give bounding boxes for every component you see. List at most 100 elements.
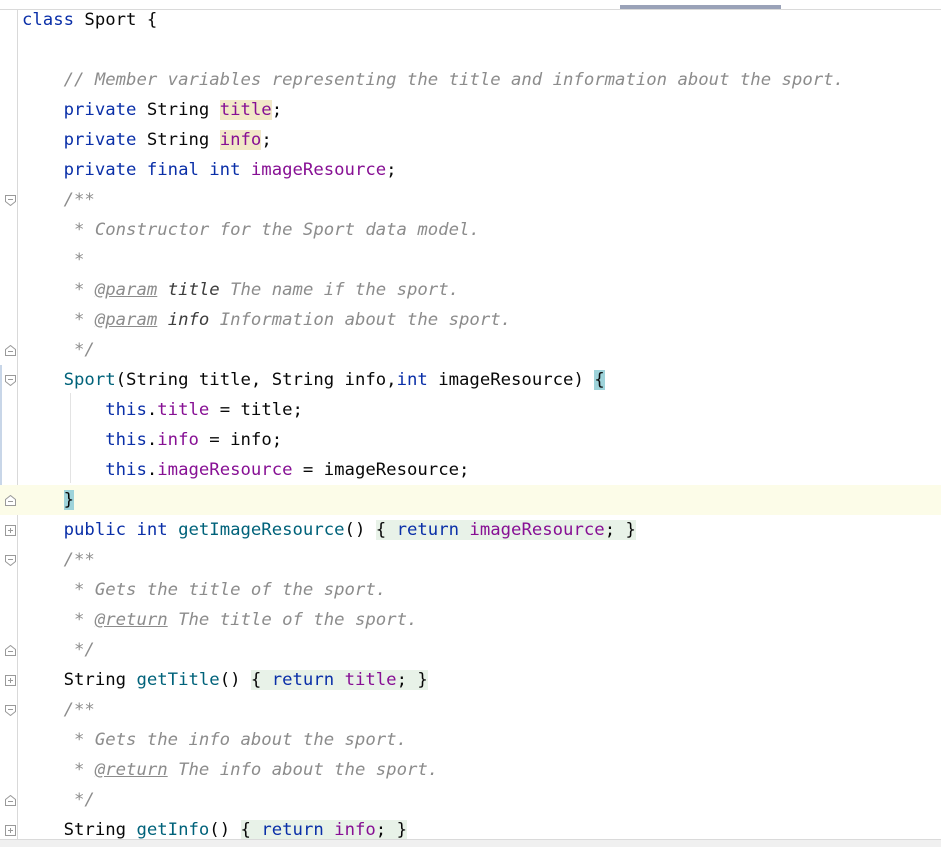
fold-end-icon[interactable] [5,645,16,656]
fold-collapse-icon[interactable] [5,375,16,386]
code-token: = title; [209,400,303,420]
code-token: Information about the sport. [209,310,512,330]
code-line[interactable]: this.info = info; [22,425,282,455]
code-token: title [344,670,397,690]
code-token: @return [94,760,168,780]
fold-expand-icon[interactable] [5,825,16,836]
code-token: The name if the sport. [219,280,460,300]
code-line[interactable]: this.title = title; [22,395,303,425]
code-line[interactable]: * Gets the info about the sport. [22,725,407,755]
code-line[interactable]: // Member variables representing the tit… [22,65,844,95]
code-token [323,820,335,840]
code-line[interactable]: /** [22,545,95,575]
code-token: () [209,820,241,840]
fold-collapse-icon[interactable] [5,195,16,206]
code-token: = imageResource; [292,460,470,480]
code-line[interactable]: */ [22,635,95,665]
code-token: info [219,130,262,150]
code-token: */ [22,790,95,810]
code-token: getTitle [136,670,220,690]
code-line[interactable]: class Sport { [22,5,157,35]
code-line[interactable]: public int getImageResource() { return i… [22,515,636,545]
code-token: private [22,130,137,150]
code-token: title [157,400,210,420]
code-token: Sport [63,370,116,390]
code-token: @param [94,280,158,300]
code-line[interactable]: private final int imageResource; [22,155,397,185]
fold-expand-icon[interactable] [5,525,16,536]
code-token: * [22,760,95,780]
code-line[interactable]: */ [22,335,95,365]
fold-collapse-icon[interactable] [5,555,16,566]
code-token: * [22,310,95,330]
horizontal-scrollbar-thumb[interactable] [620,5,781,9]
code-token: @return [94,610,168,630]
code-line[interactable]: private String title; [22,95,282,125]
code-token: ; } [396,670,428,690]
code-token: this [105,460,147,480]
code-token: title [167,280,220,300]
code-token: * Gets the info about the sport. [22,730,407,750]
code-token: } [63,490,75,510]
code-token: return [396,520,460,540]
code-token: private [22,100,137,120]
code-token: ; } [375,820,408,840]
code-token: ; [386,160,397,180]
code-token: () [344,520,376,540]
code-line[interactable]: * @return The title of the sport. [22,605,417,635]
code-token: { [594,370,605,390]
code-line[interactable]: * @param title The name if the sport. [22,275,459,305]
code-line[interactable]: /** [22,185,95,215]
code-line[interactable]: * @param info Information about the spor… [22,305,511,335]
code-line[interactable]: } [0,485,941,515]
code-token: (String title, String info, [115,370,397,390]
code-token: * [22,610,95,630]
code-token: */ [22,340,95,360]
code-line[interactable]: private String info; [22,125,272,155]
code-line[interactable]: String getTitle() { return title; } [22,665,428,695]
gutter-divider [17,10,18,840]
code-token: // Member variables representing the tit… [22,70,844,90]
change-marker [0,365,2,485]
fold-end-icon[interactable] [5,795,16,806]
code-token: . [146,400,158,420]
fold-expand-icon[interactable] [5,675,16,686]
code-line[interactable]: /** [22,695,95,725]
code-token: title [219,100,272,120]
code-token: imageResource) [427,370,595,390]
code-token: this [105,400,147,420]
code-token: this [105,430,147,450]
code-token: { [250,670,272,690]
fold-collapse-icon[interactable] [5,705,16,716]
code-token: imageResource [469,520,605,540]
code-line[interactable]: */ [22,785,95,815]
code-token: . [146,430,158,450]
fold-end-icon[interactable] [5,495,16,506]
code-token: info [167,310,210,330]
code-token: { [240,820,262,840]
code-token: public int [22,520,168,540]
code-line[interactable]: Sport(String title, String info,int imag… [22,365,605,395]
code-token: { [375,520,397,540]
code-line[interactable]: * Constructor for the Sport data model. [22,215,480,245]
code-token: getImageResource [178,520,345,540]
code-token: imageResource [250,160,387,180]
code-line[interactable]: * Gets the title of the sport. [22,575,386,605]
code-line[interactable]: * @return The info about the sport. [22,755,438,785]
code-token: @param [94,310,158,330]
code-token: String [136,100,220,120]
fold-end-icon[interactable] [5,345,16,356]
code-token: /** [22,550,95,570]
code-token: String [22,670,137,690]
code-line[interactable]: * [22,245,84,275]
code-token: ; [271,100,283,120]
code-token: ; [261,130,272,150]
code-token: imageResource [157,460,293,480]
code-line[interactable]: this.imageResource = imageResource; [22,455,469,485]
code-token: private final int [22,160,241,180]
